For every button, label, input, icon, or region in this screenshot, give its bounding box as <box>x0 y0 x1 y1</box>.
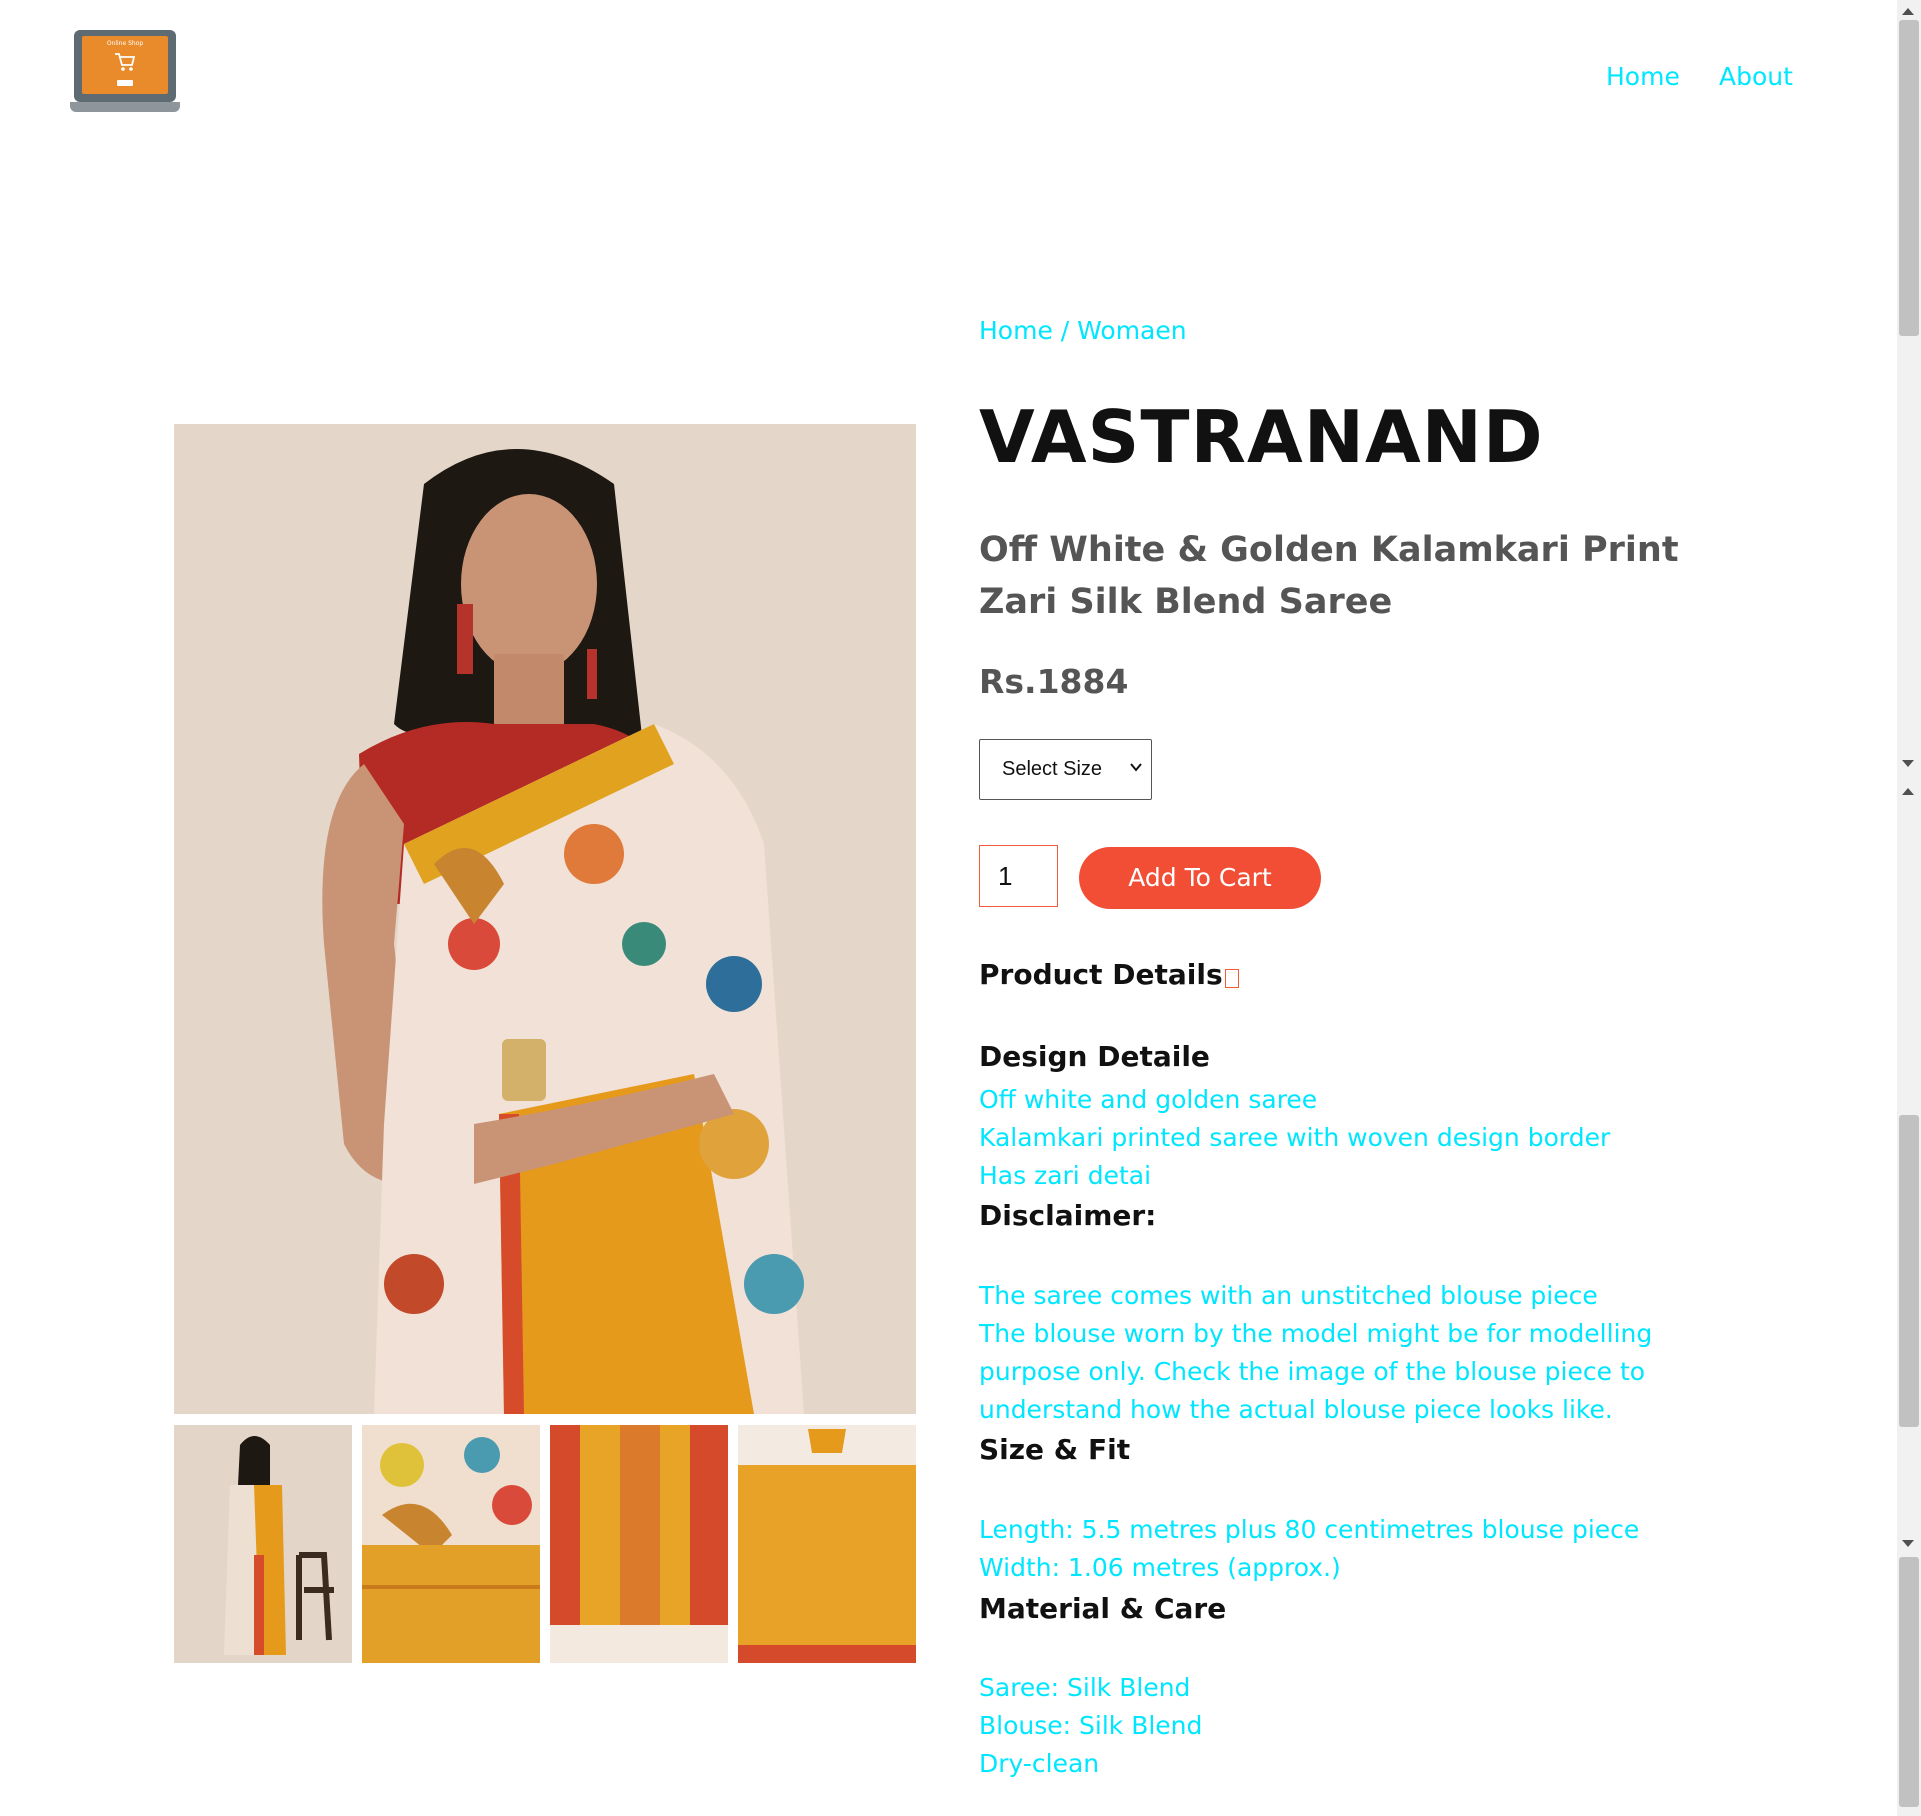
brand-name: VASTRANAND <box>979 395 1544 479</box>
scroll-down-arrow-icon[interactable] <box>1902 1540 1914 1547</box>
breadcrumb-category-link[interactable]: Womaen <box>1077 316 1186 345</box>
size-fit-line: Width: 1.06 metres (approx.) <box>979 1553 1341 1582</box>
breadcrumb: Home / Womaen <box>979 316 1187 345</box>
scrollbar-thumb[interactable] <box>1899 20 1919 336</box>
product-price: Rs.1884 <box>979 662 1129 701</box>
main-product-image <box>174 424 916 1414</box>
add-to-cart-button[interactable]: Add To Cart <box>1079 847 1321 909</box>
nav-home-link[interactable]: Home <box>1606 62 1680 91</box>
scrollbar-thumb[interactable] <box>1899 1557 1919 1807</box>
scroll-up-arrow-icon[interactable] <box>1902 8 1914 15</box>
design-detail-line: Off white and golden saree <box>979 1085 1318 1114</box>
size-select[interactable]: Select Size <box>979 739 1152 800</box>
thumbnail-image-2[interactable] <box>362 1425 540 1663</box>
logo-text: Online Shop <box>106 40 144 47</box>
thumbnail-image-1[interactable] <box>174 1425 352 1663</box>
design-details-heading: Design Detaile <box>979 1040 1210 1073</box>
product-details-heading: Product Details <box>979 958 1223 991</box>
material-care-line: Saree: Silk Blend <box>979 1673 1191 1702</box>
disclaimer-line: The blouse worn by the model might be fo… <box>979 1319 1653 1348</box>
missing-glyph-icon <box>1225 969 1239 988</box>
scroll-up-arrow-icon[interactable] <box>1902 788 1914 795</box>
design-detail-line: Has zari detai <box>979 1161 1152 1190</box>
size-fit-line: Length: 5.5 metres plus 80 centimetres b… <box>979 1515 1640 1544</box>
laptop-icon: Online Shop <box>74 30 176 102</box>
material-care-heading: Material & Care <box>979 1592 1227 1625</box>
design-detail-line: Kalamkari printed saree with woven desig… <box>979 1123 1611 1152</box>
disclaimer-line: understand how the actual blouse piece l… <box>979 1395 1613 1424</box>
chevron-down-icon <box>1130 763 1142 772</box>
quantity-input[interactable]: 1 <box>979 845 1058 907</box>
disclaimer-heading: Disclaimer: <box>979 1199 1157 1232</box>
site-logo[interactable]: Online Shop <box>70 30 180 114</box>
thumbnail-image-4[interactable] <box>738 1425 916 1663</box>
product-title: Off White & Golden Kalamkari Print Zari … <box>979 530 1679 622</box>
material-care-line: Dry-clean <box>979 1749 1100 1778</box>
scroll-down-arrow-icon[interactable] <box>1902 760 1914 767</box>
shopping-cart-icon <box>115 53 136 71</box>
breadcrumb-home-link[interactable]: Home <box>979 316 1053 345</box>
disclaimer-line: purpose only. Check the image of the blo… <box>979 1357 1646 1386</box>
thumbnail-image-3[interactable] <box>550 1425 728 1663</box>
scrollbar-thumb[interactable] <box>1899 1115 1919 1427</box>
material-care-line: Blouse: Silk Blend <box>979 1711 1203 1740</box>
size-select-value: Select Size <box>1002 758 1103 780</box>
nav-about-link[interactable]: About <box>1719 62 1793 91</box>
size-fit-heading: Size & Fit <box>979 1433 1131 1466</box>
disclaimer-line: The saree comes with an unstitched blous… <box>979 1281 1598 1310</box>
